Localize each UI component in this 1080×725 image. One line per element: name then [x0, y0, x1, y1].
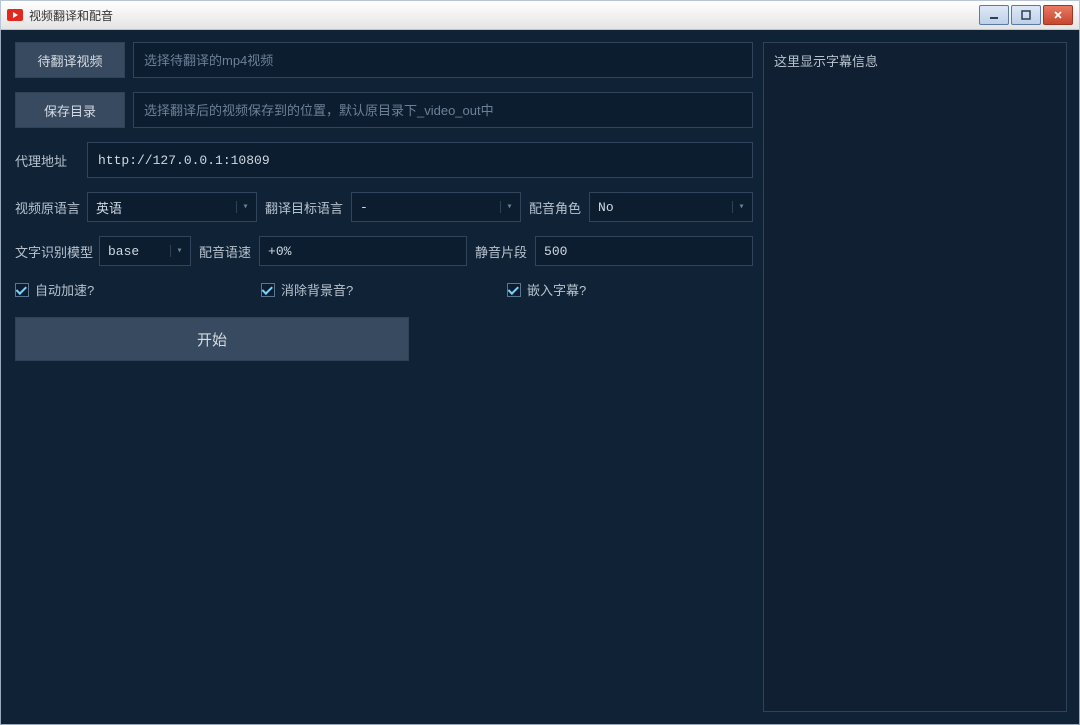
voice-role-label: 配音角色 — [529, 198, 581, 217]
app-icon — [7, 8, 23, 22]
asr-model-select[interactable]: base ▾ — [99, 236, 191, 266]
subtitle-panel: 这里显示字幕信息 — [763, 42, 1067, 712]
asr-model-value: base — [108, 244, 170, 259]
src-lang-value: 英语 — [96, 198, 236, 217]
proxy-input[interactable] — [87, 142, 753, 178]
chevron-down-icon: ▾ — [500, 201, 514, 213]
checkbox-icon — [507, 283, 521, 297]
target-lang-label: 翻译目标语言 — [265, 198, 343, 217]
checkbox-icon — [261, 283, 275, 297]
voice-speed-input[interactable] — [259, 236, 467, 266]
silence-input[interactable] — [535, 236, 753, 266]
select-save-dir-button[interactable]: 保存目录 — [15, 92, 125, 128]
src-lang-label: 视频原语言 — [15, 198, 79, 217]
chevron-down-icon: ▾ — [236, 201, 250, 213]
silence-label: 静音片段 — [475, 242, 527, 261]
target-lang-value: - — [360, 200, 500, 215]
checkbox-icon — [15, 283, 29, 297]
voice-speed-label: 配音语速 — [199, 242, 251, 261]
embed-subtitle-checkbox[interactable]: 嵌入字幕? — [507, 280, 753, 299]
asr-model-label: 文字识别模型 — [15, 242, 91, 261]
chevron-down-icon: ▾ — [732, 201, 746, 213]
minimize-button[interactable] — [979, 5, 1009, 25]
subtitle-placeholder: 这里显示字幕信息 — [774, 54, 878, 69]
close-button[interactable] — [1043, 5, 1073, 25]
start-button[interactable]: 开始 — [15, 317, 409, 361]
remove-bg-audio-label: 消除背景音? — [281, 280, 353, 299]
video-path-input[interactable] — [133, 42, 753, 78]
voice-role-select[interactable]: No ▾ — [589, 192, 753, 222]
window-title: 视频翻译和配音 — [29, 7, 113, 24]
auto-accel-checkbox[interactable]: 自动加速? — [15, 280, 261, 299]
maximize-button[interactable] — [1011, 5, 1041, 25]
remove-bg-audio-checkbox[interactable]: 消除背景音? — [261, 280, 507, 299]
title-bar: 视频翻译和配音 — [0, 0, 1080, 30]
target-lang-select[interactable]: - ▾ — [351, 192, 521, 222]
select-video-button[interactable]: 待翻译视频 — [15, 42, 125, 78]
embed-subtitle-label: 嵌入字幕? — [527, 280, 586, 299]
proxy-label: 代理地址 — [15, 151, 79, 170]
main-form: 待翻译视频 保存目录 代理地址 视频原语言 英语 ▾ 翻译目标语言 - — [1, 30, 763, 724]
chevron-down-icon: ▾ — [170, 245, 184, 257]
save-dir-input[interactable] — [133, 92, 753, 128]
src-lang-select[interactable]: 英语 ▾ — [87, 192, 257, 222]
auto-accel-label: 自动加速? — [35, 280, 94, 299]
voice-role-value: No — [598, 200, 732, 215]
